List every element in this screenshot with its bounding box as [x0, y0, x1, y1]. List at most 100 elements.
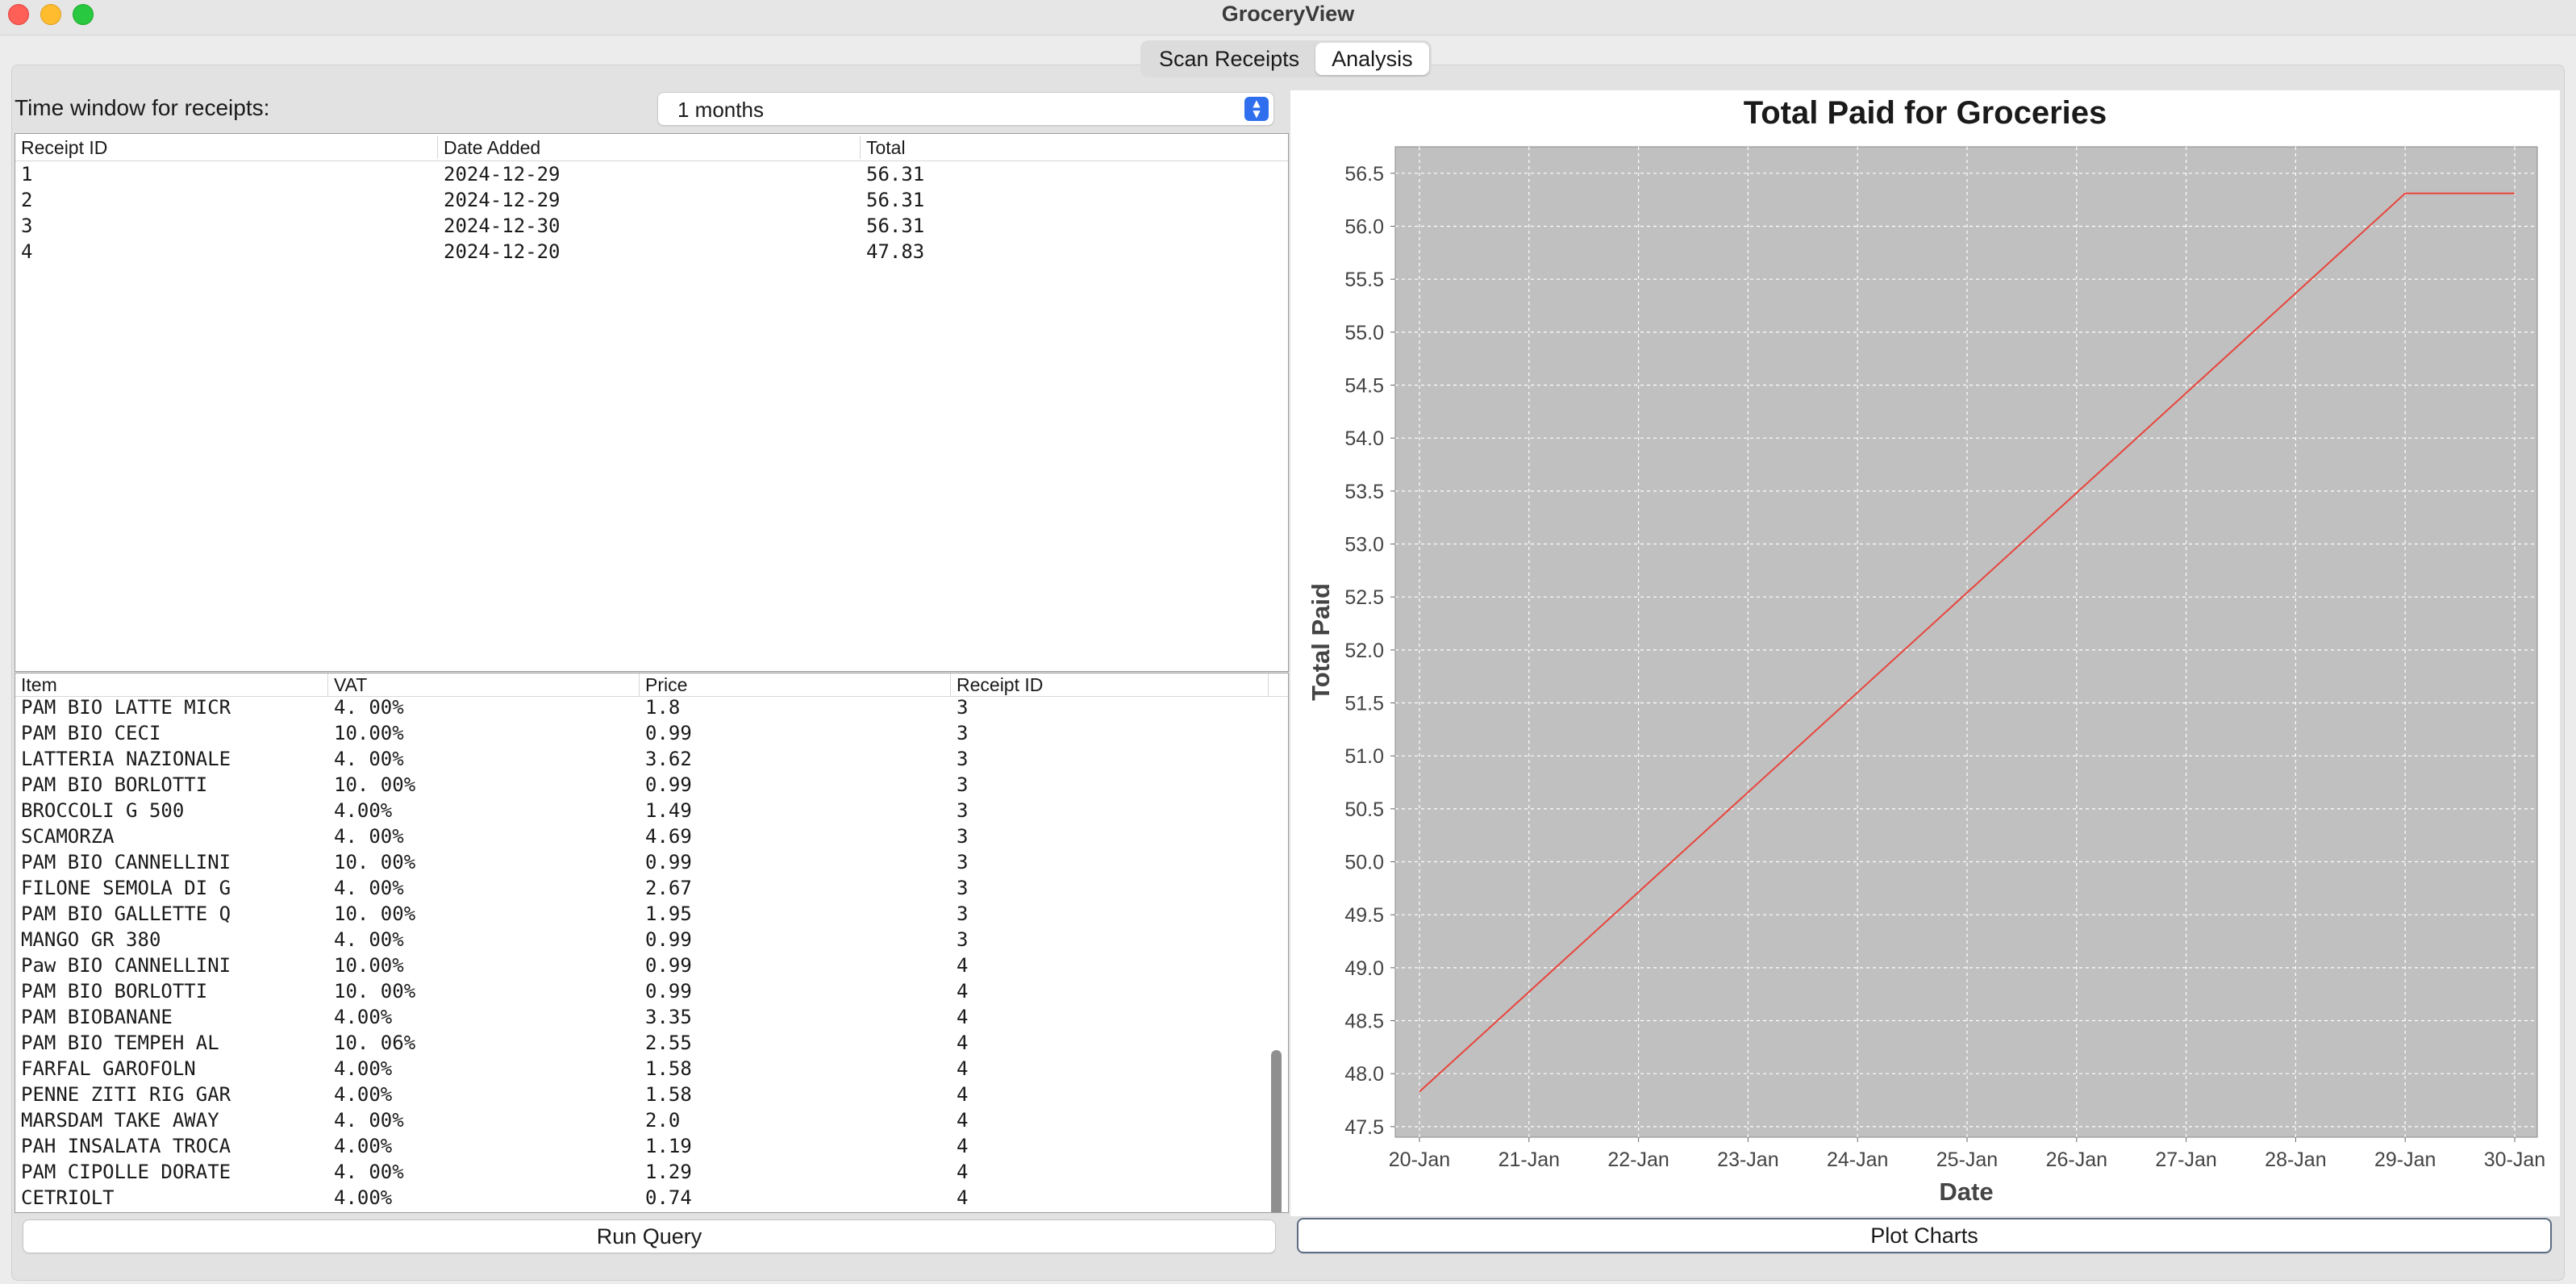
vat-cell: 10.00%	[334, 954, 404, 977]
receipt-id-cell: 3	[21, 215, 33, 237]
receipts-table: Receipt ID Date Added Total 1 2024-12-29 5…	[15, 133, 1289, 672]
x-tick-label: 23-Jan	[1717, 1149, 1778, 1171]
column-header-item[interactable]: Item	[15, 673, 328, 696]
table-row[interactable]: Paw BIO CANNELLINI 10.00% 0.99 4	[15, 953, 1288, 978]
receipt-id-cell: 4	[957, 1006, 969, 1028]
item-cell: MARSDAM TAKE AWAY	[21, 1109, 219, 1132]
item-cell: PAH INSALATA TROCA	[21, 1135, 231, 1157]
y-tick-label: 52.5	[1344, 586, 1384, 609]
table-row[interactable]: MARSDAM TAKE AWAY 4. 00% 2.0 4	[15, 1107, 1288, 1133]
table-row[interactable]: 3 2024-12-30 56.31	[15, 213, 1288, 239]
receipt-id-cell: 3	[957, 928, 969, 951]
y-tick-label: 49.0	[1344, 957, 1384, 980]
table-row[interactable]: PAM BIOBANANE 4.00% 3.35 4	[15, 1004, 1288, 1030]
column-header-price[interactable]: Price	[640, 673, 951, 696]
time-window-select[interactable]: 1 months ▲ ▼	[657, 92, 1274, 126]
receipt-id-cell: 3	[957, 799, 969, 822]
y-tick-label: 51.5	[1344, 693, 1384, 715]
vat-cell: 10. 06%	[334, 1032, 416, 1054]
receipt-id-cell: 1	[21, 163, 33, 186]
y-tick-label: 48.0	[1344, 1063, 1384, 1086]
table-row[interactable]: 2 2024-12-29 56.31	[15, 187, 1288, 213]
table-row[interactable]: BROCCOLI G 500 4.00% 1.49 3	[15, 798, 1288, 823]
vat-cell: 4. 00%	[334, 1161, 404, 1183]
y-tick-label: 47.5	[1344, 1116, 1384, 1139]
vat-cell: 4.00%	[334, 1057, 393, 1080]
items-table-scrollbar[interactable]	[1269, 702, 1283, 1212]
chart-panel: Total Paid for Groceries 47.5 48.0 48.5 49.…	[1290, 90, 2560, 1216]
vat-cell: 4. 00%	[334, 877, 404, 899]
table-row[interactable]: PAM CIPOLLE DORATE 4. 00% 1.29 4	[15, 1159, 1288, 1185]
item-cell: PAM BIO GALLETTE Q	[21, 903, 231, 925]
table-row[interactable]: LATTERIA NAZIONALE 4. 00% 3.62 3	[15, 746, 1288, 772]
vat-cell: 4. 00%	[334, 825, 404, 848]
receipt-id-cell: 4	[957, 1032, 969, 1054]
x-tick-label: 24-Jan	[1827, 1149, 1888, 1171]
table-row[interactable]: PAM BIO BORLOTTI 10. 00% 0.99 3	[15, 772, 1288, 798]
table-row[interactable]: CETRIOLT 4.00% 0.74 4	[15, 1185, 1288, 1211]
y-tick-label: 50.0	[1344, 852, 1384, 874]
vat-cell: 4. 00%	[334, 928, 404, 951]
table-row[interactable]: FILONE SEMOLA DI G 4. 00% 2.67 3	[15, 875, 1288, 901]
receipt-id-cell: 3	[957, 722, 969, 744]
vat-cell: 4.00%	[334, 1135, 393, 1157]
receipt-id-cell: 3	[957, 696, 969, 719]
table-row[interactable]: FARFAL GAROFOLN 4.00% 1.58 4	[15, 1056, 1288, 1082]
tab-analysis[interactable]: Analysis	[1315, 43, 1429, 75]
receipt-id-cell: 4	[957, 1186, 969, 1209]
table-row[interactable]: 4 2024-12-20 47.83	[15, 239, 1288, 265]
price-cell: 1.95	[645, 903, 692, 925]
total-cell: 47.83	[866, 240, 925, 263]
column-header-total[interactable]: Total	[861, 136, 1288, 159]
table-row[interactable]: SCAMORZA 4. 00% 4.69 3	[15, 823, 1288, 849]
table-row[interactable]: PAM BIO TEMPEH AL 10. 06% 2.55 4	[15, 1030, 1288, 1056]
item-cell: PAM BIOBANANE	[21, 1006, 173, 1028]
plot-charts-button[interactable]: Plot Charts	[1297, 1218, 2552, 1253]
table-row[interactable]: PAM BIO CECI 10.00% 0.99 3	[15, 720, 1288, 746]
receipts-table-header: Receipt ID Date Added Total	[15, 134, 1288, 161]
column-header-receipt-id[interactable]: Receipt ID	[15, 136, 438, 159]
table-row[interactable]: PAM BIO GALLETTE Q 10. 00% 1.95 3	[15, 901, 1288, 927]
vat-cell: 4.00%	[334, 1186, 393, 1209]
items-table-header: Item VAT Price Receipt ID	[15, 673, 1288, 697]
run-query-button[interactable]: Run Query	[23, 1219, 1276, 1253]
item-cell: CETRIOLT	[21, 1186, 115, 1209]
table-row[interactable]: PENNE ZITI RIG GAR 4.00% 1.58 4	[15, 1082, 1288, 1107]
time-window-value: 1 months	[677, 98, 764, 122]
vat-cell: 10.00%	[334, 722, 404, 744]
x-tick-label: 25-Jan	[1936, 1149, 1998, 1171]
item-cell: LATTERIA NAZIONALE	[21, 748, 231, 770]
price-cell: 1.58	[645, 1057, 692, 1080]
receipt-id-cell: 4	[21, 240, 33, 263]
table-row[interactable]: PAM BIO CANNELLINI 10. 00% 0.99 3	[15, 849, 1288, 875]
price-cell: 2.55	[645, 1032, 692, 1054]
x-tick-label: 28-Jan	[2265, 1149, 2326, 1171]
y-axis-label: Total Paid	[1307, 583, 1335, 701]
column-header-vat[interactable]: VAT	[328, 673, 640, 696]
receipt-id-cell: 3	[957, 851, 969, 873]
price-cell: 1.8	[645, 696, 681, 719]
item-cell: PAM CIPOLLE DORATE	[21, 1161, 231, 1183]
column-header-date-added[interactable]: Date Added	[438, 136, 861, 159]
price-cell: 0.99	[645, 851, 692, 873]
vat-cell: 4.00%	[334, 1006, 393, 1028]
vat-cell: 10. 00%	[334, 773, 416, 796]
column-header-receipt-id[interactable]: Receipt ID	[951, 673, 1269, 696]
table-row[interactable]: MANGO GR 380 4. 00% 0.99 3	[15, 927, 1288, 953]
table-row[interactable]: PAH INSALATA TROCA 4.00% 1.19 4	[15, 1133, 1288, 1159]
y-tick-label: 52.0	[1344, 640, 1384, 662]
price-cell: 3.35	[645, 1006, 692, 1028]
date-added-cell: 2024-12-29	[444, 163, 561, 186]
table-row[interactable]: PAM BIO LATTE MICR 4. 00% 1.8 3	[15, 694, 1288, 720]
table-row[interactable]: PAM BIO BORLOTTI 10. 00% 0.99 4	[15, 978, 1288, 1004]
scrollbar-thumb[interactable]	[1271, 1050, 1282, 1212]
price-cell: 1.58	[645, 1083, 692, 1106]
table-row[interactable]: 1 2024-12-29 56.31	[15, 161, 1288, 187]
tab-scan-receipts[interactable]: Scan Receipts	[1143, 43, 1315, 75]
y-tick-label: 49.5	[1344, 904, 1384, 927]
item-cell: FARFAL GAROFOLN	[21, 1057, 196, 1080]
price-cell: 0.99	[645, 954, 692, 977]
price-cell: 1.29	[645, 1161, 692, 1183]
line-chart: 47.5 48.0 48.5 49.0 49.5 50.0 50.5 51.0 51.5 52.0…	[1307, 146, 2545, 1206]
total-cell: 56.31	[866, 215, 925, 237]
